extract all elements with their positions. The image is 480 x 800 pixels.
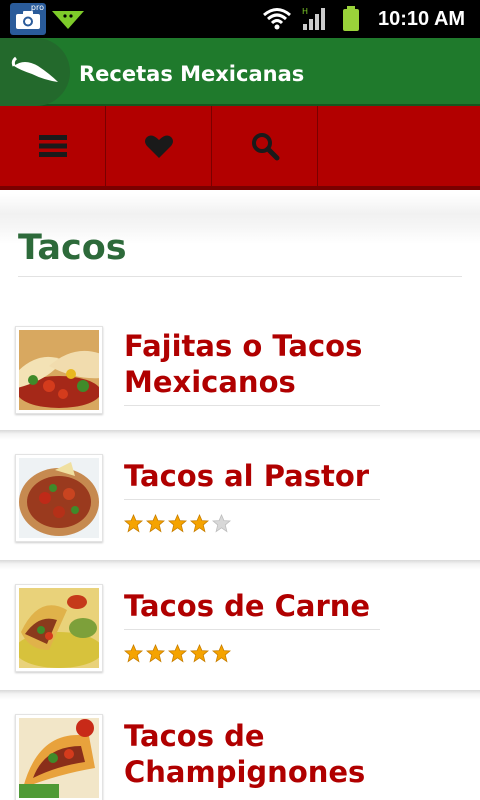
- search-button[interactable]: [212, 106, 318, 186]
- svg-text:H: H: [302, 7, 308, 16]
- menu-icon: [38, 135, 67, 157]
- separator: [0, 560, 480, 570]
- star-filled-icon: [124, 514, 143, 533]
- recipe-item[interactable]: Fajitas o Tacos Mexicanos: [0, 312, 480, 430]
- recipe-thumbnail: [15, 584, 103, 672]
- star-filled-icon: [212, 644, 231, 663]
- recipe-item[interactable]: Tacos al Pastor: [0, 440, 480, 560]
- star-filled-icon: [168, 514, 187, 533]
- separator: [0, 430, 480, 440]
- android-debug-icon: [52, 9, 84, 33]
- favorites-button[interactable]: [106, 106, 212, 186]
- recipe-item[interactable]: Tacos de Champignones: [0, 700, 480, 800]
- star-empty-icon: [212, 514, 231, 533]
- separator: [0, 690, 480, 700]
- divider: [124, 405, 380, 406]
- recipe-title: Fajitas o Tacos Mexicanos: [124, 329, 363, 399]
- action-toolbar: [0, 106, 480, 190]
- section-title: Tacos: [18, 228, 127, 268]
- search-icon: [251, 133, 279, 161]
- menu-button[interactable]: [0, 106, 106, 186]
- star-filled-icon: [146, 644, 165, 663]
- recipe-title: Tacos al Pastor: [124, 459, 370, 493]
- star-filled-icon: [146, 514, 165, 533]
- divider: [124, 499, 380, 500]
- clock: 10:10 AM: [378, 8, 466, 30]
- rating-stars: [124, 644, 231, 663]
- app-logo[interactable]: [0, 38, 70, 106]
- camera-pro-icon: pro: [10, 3, 46, 35]
- star-filled-icon: [190, 644, 209, 663]
- rating-stars: [124, 514, 231, 533]
- divider: [124, 629, 380, 630]
- recipe-title: Tacos de Champignones: [124, 719, 366, 789]
- recipe-thumbnail: [15, 326, 103, 414]
- recipe-item[interactable]: Tacos de Carne: [0, 570, 480, 690]
- app-bar: Recetas Mexicanas: [0, 38, 480, 106]
- recipe-thumbnail: [15, 714, 103, 800]
- signal-icon: H: [302, 6, 326, 36]
- star-filled-icon: [168, 644, 187, 663]
- app-title: Recetas Mexicanas: [79, 62, 305, 86]
- status-bar: pro H 10:10 AM: [0, 0, 480, 38]
- star-filled-icon: [190, 514, 209, 533]
- chili-pepper-icon: [11, 56, 58, 82]
- divider: [18, 276, 462, 277]
- recipe-title: Tacos de Carne: [124, 589, 371, 623]
- wifi-icon: [262, 6, 292, 36]
- star-filled-icon: [124, 644, 143, 663]
- heart-icon: [144, 135, 173, 158]
- battery-icon: [342, 6, 360, 36]
- recipe-thumbnail: [15, 454, 103, 542]
